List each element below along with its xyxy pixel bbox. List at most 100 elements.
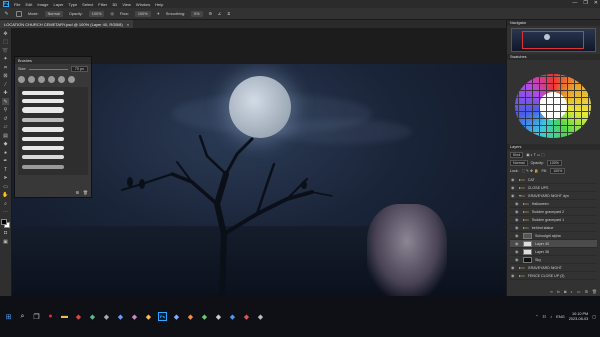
app-icon[interactable]: ◆ bbox=[130, 312, 139, 321]
layer-row[interactable]: ◉ ▸▭ CAT bbox=[510, 176, 597, 184]
menu-type[interactable]: Type bbox=[69, 2, 78, 7]
smoothing-field[interactable]: 0% bbox=[191, 10, 203, 17]
type-tool-icon[interactable]: T bbox=[2, 166, 9, 173]
opacity-field[interactable]: 100% bbox=[88, 10, 105, 17]
app-icon[interactable]: ◆ bbox=[200, 312, 209, 321]
visibility-eye-icon[interactable]: ◉ bbox=[511, 273, 516, 278]
fx-icon[interactable]: fx bbox=[557, 289, 560, 294]
clone-stamp-tool-icon[interactable]: ⚲ bbox=[2, 107, 9, 114]
task-view-icon[interactable]: ❐ bbox=[32, 312, 41, 321]
folder-icon[interactable]: ▸▭ bbox=[519, 265, 525, 270]
file-explorer-icon[interactable]: ▬ bbox=[60, 312, 69, 321]
layer-thumbnail[interactable] bbox=[523, 232, 532, 239]
recent-brush-preset[interactable] bbox=[68, 76, 75, 83]
new-layer-icon[interactable]: ⊞ bbox=[585, 289, 588, 294]
gradient-tool-icon[interactable]: ▤ bbox=[2, 132, 9, 139]
brush-stroke-preview[interactable] bbox=[22, 99, 64, 103]
menu-file[interactable]: File bbox=[14, 2, 20, 7]
layer-row[interactable]: ◉ ▾▭ GRAVEYARD NIGHT dyn bbox=[510, 192, 597, 200]
fill-field[interactable]: 100% bbox=[550, 168, 566, 174]
symmetry-icon[interactable]: ⧖ bbox=[227, 12, 230, 16]
brush-stroke-preview[interactable] bbox=[22, 165, 64, 169]
brush-preview-icon[interactable] bbox=[16, 10, 22, 17]
airbrush-icon[interactable]: ✈ bbox=[157, 11, 160, 16]
eraser-tool-icon[interactable]: ▱ bbox=[2, 124, 9, 131]
layer-row[interactable]: ◉ ▸▭ behind statue bbox=[510, 224, 597, 232]
app-icon[interactable]: ◆ bbox=[242, 312, 251, 321]
brush-stroke-preview[interactable] bbox=[22, 107, 64, 113]
layer-thumbnail[interactable] bbox=[523, 256, 532, 263]
brush-stroke-preview[interactable] bbox=[22, 127, 64, 132]
rectangle-tool-icon[interactable]: ▭ bbox=[2, 183, 9, 190]
quick-select-tool-icon[interactable]: ✦ bbox=[2, 56, 9, 63]
recent-brush-preset[interactable] bbox=[38, 76, 45, 83]
visibility-eye-icon[interactable]: ◉ bbox=[515, 249, 520, 254]
volume-icon[interactable]: ♪ bbox=[550, 314, 552, 319]
visibility-eye-icon[interactable]: ◉ bbox=[515, 217, 520, 222]
marquee-tool-icon[interactable]: ⬚ bbox=[2, 39, 9, 46]
layer-row[interactable]: ◉ ▸▭ FENCE CLOSE UP (3) bbox=[510, 272, 597, 280]
app-icon[interactable]: ◆ bbox=[74, 312, 83, 321]
folder-icon[interactable]: ▸▭ bbox=[519, 177, 525, 182]
angle-icon[interactable]: ∠ bbox=[218, 11, 221, 16]
new-brush-icon[interactable]: ⊞ bbox=[76, 190, 79, 195]
lasso-tool-icon[interactable]: ➰ bbox=[2, 47, 9, 54]
blend-mode-select[interactable]: Normal bbox=[510, 160, 528, 166]
canvas-area[interactable]: Brushes Size: 70 px ⊞ 🗑 bbox=[12, 28, 506, 296]
swatches-grid[interactable] bbox=[511, 62, 595, 142]
gear-icon[interactable]: ⚙ bbox=[209, 11, 212, 16]
app-icon[interactable]: ◆ bbox=[102, 312, 111, 321]
more-tools-icon[interactable]: ⋯ bbox=[2, 209, 9, 216]
app-icon[interactable]: ◆ bbox=[214, 312, 223, 321]
swatch-cells[interactable] bbox=[511, 62, 595, 142]
path-selection-tool-icon[interactable]: ➤ bbox=[2, 175, 9, 182]
menu-3d[interactable]: 3D bbox=[112, 2, 117, 7]
folder-icon[interactable]: ▾▭ bbox=[519, 193, 525, 198]
brush-stroke-preview[interactable] bbox=[22, 118, 64, 122]
visibility-eye-icon[interactable]: ◉ bbox=[511, 185, 516, 190]
navigator-title[interactable]: Navigator bbox=[507, 20, 600, 26]
blur-tool-icon[interactable]: ◆ bbox=[2, 141, 9, 148]
move-tool-icon[interactable]: ✥ bbox=[2, 30, 9, 37]
screen-mode-icon[interactable]: ▣ bbox=[2, 238, 9, 245]
menu-select[interactable]: Select bbox=[82, 2, 93, 7]
folder-icon[interactable]: ▸▭ bbox=[523, 209, 529, 214]
size-value-field[interactable]: 70 px bbox=[70, 66, 88, 72]
recent-brush-preset[interactable] bbox=[18, 76, 25, 83]
quick-mask-icon[interactable]: ◘ bbox=[2, 230, 9, 237]
layer-thumbnail[interactable] bbox=[523, 248, 532, 255]
link-layers-icon[interactable]: ∞ bbox=[550, 289, 553, 294]
close-tab-icon[interactable]: × bbox=[127, 22, 129, 27]
color-swatches[interactable] bbox=[1, 219, 10, 228]
healing-brush-tool-icon[interactable]: ✚ bbox=[2, 90, 9, 97]
visibility-eye-icon[interactable]: ◉ bbox=[515, 233, 520, 238]
navigator-thumbnail[interactable] bbox=[511, 28, 596, 52]
close-button[interactable]: ✕ bbox=[594, 0, 598, 6]
app-icon[interactable]: ◆ bbox=[88, 312, 97, 321]
delete-layer-icon[interactable]: 🗑 bbox=[592, 289, 597, 294]
app-icon[interactable]: ◆ bbox=[186, 312, 195, 321]
photoshop-logo-icon[interactable]: Ps bbox=[3, 1, 9, 7]
layer-row[interactable]: ◉ Schoolgirl alpha bbox=[510, 232, 597, 240]
photoshop-taskbar-icon[interactable]: Ps bbox=[158, 312, 167, 321]
layer-row[interactable]: ◉ Sky bbox=[510, 256, 597, 264]
pen-tool-icon[interactable]: ✒ bbox=[2, 158, 9, 165]
foreground-color-icon[interactable] bbox=[1, 219, 7, 225]
hand-tool-icon[interactable]: ✋ bbox=[2, 192, 9, 199]
eyedropper-tool-icon[interactable]: ⁄ bbox=[2, 81, 9, 88]
crop-tool-icon[interactable]: ⌗ bbox=[2, 64, 9, 71]
filter-icons[interactable]: ▣ ◐ T ▭ ⬚ bbox=[526, 153, 544, 157]
minimize-button[interactable]: — bbox=[572, 0, 577, 6]
delete-brush-icon[interactable]: 🗑 bbox=[83, 190, 88, 195]
layer-row[interactable]: ◉ ▸▭ GRAVEYARD NIGHT bbox=[510, 264, 597, 272]
layer-filter-kind[interactable]: Kind bbox=[510, 152, 524, 158]
app-icon[interactable]: ◆ bbox=[228, 312, 237, 321]
menu-window[interactable]: Window bbox=[136, 2, 150, 7]
brush-tool-preset-icon[interactable]: ✎ bbox=[3, 10, 10, 17]
layer-row[interactable]: ◉ ▸▭ Sudden graveyard 2 bbox=[510, 208, 597, 216]
mode-select[interactable]: Normal bbox=[44, 10, 63, 17]
layer-row[interactable]: ◉ Layer 36 bbox=[510, 248, 597, 256]
folder-icon[interactable]: ▸▭ bbox=[519, 185, 525, 190]
layer-opacity-field[interactable]: 100% bbox=[546, 160, 562, 166]
visibility-eye-icon[interactable]: ◉ bbox=[515, 209, 520, 214]
